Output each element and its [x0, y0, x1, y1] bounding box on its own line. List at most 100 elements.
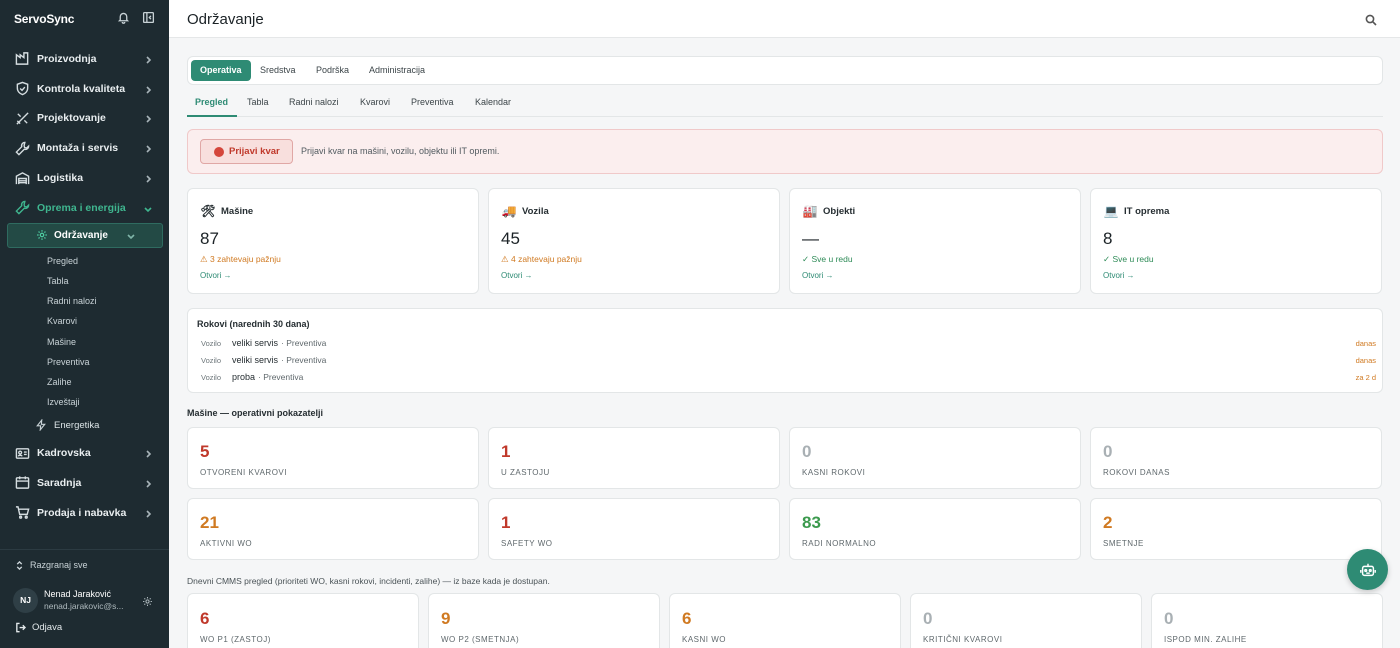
deadline-type: Vozilo	[201, 339, 222, 348]
kpi-card[interactable]: 1 U zastoju	[488, 427, 780, 489]
sidebar-item-label: Logistika	[37, 172, 84, 185]
sidebar-item-label: Oprema i energija	[37, 201, 126, 214]
kpi-value: 5	[200, 442, 210, 461]
collapse-sidebar-icon[interactable]	[142, 11, 155, 24]
bell-icon[interactable]	[117, 11, 130, 24]
kpi-card[interactable]: 21 Aktivni WO	[187, 498, 479, 560]
sidebar: ServoSync Proizvodnja Kontrola kvaliteta…	[0, 0, 169, 648]
subtab-kalendar[interactable]: Kalendar	[475, 97, 511, 107]
expand-all-button[interactable]: Razgranaj sve	[15, 560, 88, 570]
open-link[interactable]: Otvori →	[200, 271, 232, 280]
category-status: ⚠ 3 zahtevaju pažnju	[200, 254, 281, 264]
sidebar-subitem-label: Energetika	[54, 419, 100, 431]
sidebar-item-proizvodnja[interactable]: Proizvodnja	[0, 44, 169, 74]
warehouse-icon	[15, 171, 30, 186]
sidebar-item-montaza-i-servis[interactable]: Montaža i servis	[0, 133, 169, 163]
module-tabs: Operativa Sredstva Podrška Administracij…	[187, 56, 1383, 85]
sidebar-item-label: Kontrola kvaliteta	[37, 82, 126, 95]
kpi-label: WO P2 (smetnja)	[441, 635, 520, 644]
category-title: Mašine	[221, 205, 254, 217]
deadline-row[interactable]: Vozilo veliki servis · Preventiva danas	[201, 354, 1376, 369]
lightning-icon	[35, 419, 47, 432]
category-count: 87	[200, 229, 219, 248]
sidebar-item-prodaja-i-nabavka[interactable]: Prodaja i nabavka	[0, 498, 169, 528]
category-card-vozila[interactable]: 🚚 Vozila 45 ⚠ 4 zahtevaju pažnju Otvori →	[488, 188, 780, 294]
sidebar-link-preventiva[interactable]: Preventiva	[0, 352, 169, 372]
sidebar-item-label: Saradnja	[37, 476, 82, 489]
cmms-card[interactable]: 6 Kasni WO	[669, 593, 901, 648]
sidebar-item-kontrola-kvaliteta[interactable]: Kontrola kvaliteta	[0, 74, 169, 104]
sidebar-item-kadrovska[interactable]: Kadrovska	[0, 438, 169, 468]
deadline-when: danas	[1355, 356, 1376, 365]
chevron-right-icon	[144, 144, 152, 153]
sidebar-item-logistika[interactable]: Logistika	[0, 163, 169, 193]
cmms-card[interactable]: 0 Ispod min. zalihe	[1151, 593, 1383, 648]
sidebar-item-oprema-i-energija[interactable]: Oprema i energija	[0, 193, 169, 223]
category-card-objekti[interactable]: 🏭 Objekti — ✓ Sve u redu Otvori →	[789, 188, 1081, 294]
kpi-card[interactable]: 5 Otvoreni kvarovi	[187, 427, 479, 489]
sidebar-link-pregled[interactable]: Pregled	[0, 251, 169, 271]
kpi-card[interactable]: 1 Safety WO	[488, 498, 780, 560]
kpi-card[interactable]: 83 Radi normalno	[789, 498, 1081, 560]
sidebar-link-izvestaji[interactable]: Izveštaji	[0, 392, 169, 412]
sidebar-link-zalihe[interactable]: Zalihe	[0, 372, 169, 392]
sidebar-item-saradnja[interactable]: Saradnja	[0, 468, 169, 498]
category-title: Vozila	[522, 205, 549, 217]
sidebar-link-kvarovi[interactable]: Kvarovi	[0, 311, 169, 331]
cmms-card[interactable]: 6 WO P1 (zastoj)	[187, 593, 419, 648]
cmms-card[interactable]: 0 Kritični kvarovi	[910, 593, 1142, 648]
user-profile[interactable]: NJ Nenad Jaraković nenad.jarakovic@s...	[13, 586, 159, 614]
subtab-pregled[interactable]: Pregled	[195, 97, 228, 107]
kpi-card[interactable]: 0 Kasni rokovi	[789, 427, 1081, 489]
gear-icon	[36, 229, 48, 241]
kpi-label: Kasni WO	[682, 635, 727, 644]
deadline-row[interactable]: Vozilo proba · Preventiva za 2 d	[201, 371, 1376, 386]
category-status: ✓ Sve u redu	[1103, 254, 1154, 264]
kpi-value: 83	[802, 513, 821, 532]
open-link[interactable]: Otvori →	[802, 271, 834, 280]
tab-operativa[interactable]: Operativa	[191, 60, 251, 81]
category-card-it-oprema[interactable]: 💻 IT oprema 8 ✓ Sve u redu Otvori →	[1090, 188, 1382, 294]
sidebar-link-radni-nalozi[interactable]: Radni nalozi	[0, 291, 169, 311]
category-card-masine[interactable]: 🛠 Mašine 87 ⚠ 3 zahtevaju pažnju Otvori →	[187, 188, 479, 294]
tab-administracija[interactable]: Administracija	[360, 60, 434, 81]
subtab-radni-nalozi[interactable]: Radni nalozi	[289, 97, 339, 107]
deadline-row[interactable]: Vozilo veliki servis · Preventiva danas	[201, 337, 1376, 352]
open-link[interactable]: Otvori →	[1103, 271, 1135, 280]
tab-sredstva[interactable]: Sredstva	[251, 60, 305, 81]
sidebar-subitem-odrzavanje[interactable]: Održavanje	[7, 222, 163, 248]
logout-icon	[16, 622, 26, 633]
kpi-card[interactable]: 2 Smetnje	[1090, 498, 1382, 560]
cmms-note: Dnevni CMMS pregled (prioriteti WO, kasn…	[187, 576, 550, 586]
category-count: 8	[1103, 229, 1113, 248]
kpi-value: 0	[802, 442, 812, 461]
settings-gear-icon[interactable]	[142, 594, 153, 606]
open-link[interactable]: Otvori →	[501, 271, 533, 280]
kpi-label: Safety WO	[501, 539, 553, 548]
subtab-preventiva[interactable]: Preventiva	[411, 97, 454, 107]
kpi-value: 1	[501, 513, 511, 532]
sidebar-item-label: Kadrovska	[37, 447, 91, 460]
report-fault-button[interactable]: Prijavi kvar	[200, 139, 293, 164]
sidebar-link-masine[interactable]: Mašine	[0, 332, 169, 352]
sidebar-item-projektovanje[interactable]: Projektovanje	[0, 104, 169, 134]
avatar: NJ	[13, 587, 38, 613]
tab-podrska[interactable]: Podrška	[307, 60, 358, 81]
sidebar-link-tabla[interactable]: Tabla	[0, 271, 169, 291]
kpi-card[interactable]: 0 Rokovi danas	[1090, 427, 1382, 489]
expand-collapse-icon	[16, 560, 23, 570]
subtab-kvarovi[interactable]: Kvarovi	[360, 97, 390, 107]
deadline-when: danas	[1355, 339, 1376, 348]
assistant-bot-button[interactable]	[1347, 549, 1388, 590]
app-brand: ServoSync	[14, 12, 75, 26]
subtab-tabla[interactable]: Tabla	[247, 97, 269, 107]
kpi-value: 21	[200, 513, 219, 532]
cmms-card[interactable]: 9 WO P2 (smetnja)	[428, 593, 660, 648]
search-icon[interactable]	[1365, 13, 1377, 26]
chevron-right-icon	[144, 85, 152, 94]
category-count: —	[802, 229, 819, 248]
sidebar-subitem-energetika[interactable]: Energetika	[0, 412, 169, 438]
logout-button[interactable]: Odjava	[15, 622, 62, 633]
chevron-right-icon	[144, 509, 152, 518]
factory-icon	[15, 51, 30, 66]
